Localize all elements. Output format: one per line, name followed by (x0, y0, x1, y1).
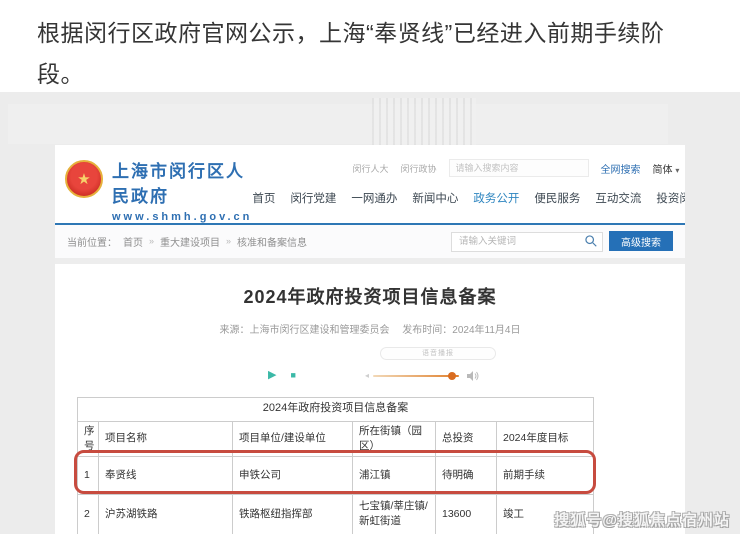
play-icon[interactable]: ▶ (268, 370, 276, 381)
breadcrumb-label: 当前位置： (67, 234, 117, 249)
page-title: 2024年政府投资项目信息备案 (55, 283, 685, 309)
search-icon[interactable] (584, 234, 598, 248)
gov-site-screenshot: ★ 上海市闵行区人民政府 www.shmh.gov.cn 闵行人大 闵行政协 全… (55, 145, 685, 534)
table-header-row: 序号 项目名称 项目单位/建设单位 所在街镇（园区） 总投资 2024年度目标 (78, 421, 594, 456)
top-link-zhengxie[interactable]: 闵行政协 (401, 162, 437, 175)
national-emblem-logo: ★ (65, 160, 103, 198)
top-link-renda[interactable]: 闵行人大 (353, 162, 389, 175)
article-intro-text: 根据闵行区政府官网公示，上海“奉贤线”已经进入前期手续阶段。 (0, 0, 740, 95)
watermark-text: 搜狐号@搜狐焦点宿州站 (554, 509, 730, 530)
main-nav: 首页 闵行党建 一网通办 新闻中心 政务公开 便民服务 互动交流 投资闵行 闵行… (252, 190, 685, 214)
col-header-index: 序号 (78, 421, 99, 456)
breadcrumb-home[interactable]: 首页 (123, 234, 143, 249)
projects-table: 2024年政府投资项目信息备案 序号 项目名称 项目单位/建设单位 所在街镇（园… (77, 397, 594, 534)
star-icon: ★ (77, 172, 90, 187)
progress-slider[interactable] (373, 375, 459, 377)
article-source: 来源：上海市闵行区建设和管理委员会 (220, 325, 390, 336)
chevron-down-icon: ▾ (675, 166, 679, 175)
site-name: 上海市闵行区人民政府 (112, 157, 252, 207)
col-header-investment: 总投资 (436, 421, 497, 456)
nav-interaction[interactable]: 互动交流 (595, 190, 641, 206)
voice-broadcast-pill[interactable]: 语音播报 (380, 347, 496, 360)
projects-table-wrap: 2024年政府投资项目信息备案 序号 项目名称 项目单位/建设单位 所在街镇（园… (77, 397, 593, 534)
site-header: ★ 上海市闵行区人民政府 www.shmh.gov.cn 闵行人大 闵行政协 全… (55, 145, 685, 223)
table-caption-row: 2024年政府投资项目信息备案 (78, 397, 594, 421)
site-logo-text[interactable]: 上海市闵行区人民政府 www.shmh.gov.cn (112, 157, 252, 223)
site-search-input[interactable] (449, 159, 589, 177)
col-header-project: 项目名称 (99, 421, 233, 456)
breadcrumb-filing-info[interactable]: 核准和备案信息 (237, 234, 307, 249)
nav-news-center[interactable]: 新闻中心 (412, 190, 458, 206)
nav-invest[interactable]: 投资闵行 (656, 190, 685, 206)
col-header-target: 2024年度目标 (497, 421, 594, 456)
language-selector[interactable]: 简体 ▾ (653, 161, 680, 176)
table-row-husuhu-railway[interactable]: 2 沪苏湖铁路 铁路枢纽指挥部 七宝镇/莘庄镇/新虹街道 13600 竣工 (78, 494, 594, 534)
col-header-unit: 项目单位/建设单位 (233, 421, 353, 456)
nav-one-stop[interactable]: 一网通办 (351, 190, 397, 206)
screenshot-backdrop: ★ 上海市闵行区人民政府 www.shmh.gov.cn 闵行人大 闵行政协 全… (0, 92, 740, 534)
col-header-town: 所在街镇（园区） (353, 421, 436, 456)
slider-knob[interactable] (448, 372, 456, 380)
nav-public-service[interactable]: 便民服务 (534, 190, 580, 206)
audio-player: ▶ ■ ◂ (268, 367, 480, 385)
article-publish-time: 发布时间：2024年11月4日 (402, 325, 520, 336)
stop-icon[interactable]: ■ (290, 371, 295, 380)
site-url: www.shmh.gov.cn (112, 211, 252, 223)
breadcrumb: 当前位置： 首页 » 重大建设项目 » 核准和备案信息 (67, 234, 307, 249)
site-search-button[interactable]: 全网搜索 (601, 161, 641, 176)
keyword-search-input[interactable] (451, 232, 603, 252)
article-meta: 来源：上海市闵行区建设和管理委员会 发布时间：2024年11月4日 (55, 321, 685, 336)
table-caption: 2024年政府投资项目信息备案 (78, 397, 594, 421)
breadcrumb-separator: » (149, 236, 154, 246)
nav-home[interactable]: 首页 (252, 190, 275, 206)
speaker-icon[interactable] (467, 370, 480, 382)
nav-party-building[interactable]: 闵行党建 (290, 190, 336, 206)
advanced-search-button[interactable]: 高级搜索 (609, 231, 673, 251)
volume-low-icon: ◂ (365, 371, 369, 380)
backdrop-stripes-decoration (372, 98, 476, 147)
breadcrumb-bar: 当前位置： 首页 » 重大建设项目 » 核准和备案信息 高级搜索 (55, 225, 685, 258)
breadcrumb-separator: » (226, 236, 231, 246)
table-row-fengxian-line[interactable]: 1 奉贤线 申铁公司 浦江镇 待明确 前期手续 (78, 456, 594, 494)
section-divider (55, 258, 685, 264)
nav-gov-affairs[interactable]: 政务公开 (473, 190, 519, 206)
breadcrumb-major-projects[interactable]: 重大建设项目 (160, 234, 220, 249)
backdrop-soft-block (8, 104, 668, 144)
